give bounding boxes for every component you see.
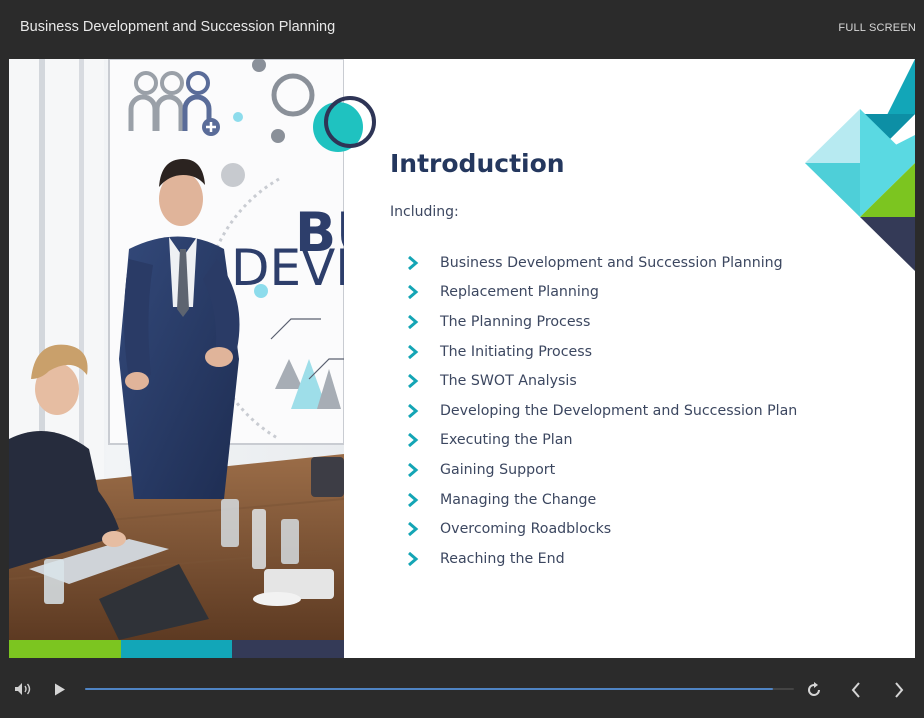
chevron-right-icon [408, 462, 419, 477]
list-item: Replacement Planning [407, 278, 797, 308]
list-item-label: Reaching the End [440, 550, 565, 567]
chevron-right-icon [408, 374, 419, 389]
play-icon[interactable] [54, 683, 66, 696]
replay-icon[interactable] [807, 682, 822, 697]
player-controls [0, 658, 924, 718]
strip-green [9, 640, 121, 658]
chevron-right-icon [408, 551, 419, 566]
slide: BU DEVE [9, 59, 915, 658]
list-item-label: The Initiating Process [440, 343, 593, 360]
list-item-label: Gaining Support [440, 461, 556, 478]
board-text-2: DEVE [231, 239, 344, 297]
list-item: Developing the Development and Successio… [407, 396, 797, 426]
meeting-photo: BU DEVE [9, 59, 344, 640]
course-title: Business Development and Succession Plan… [20, 19, 336, 35]
strip-teal [120, 640, 233, 658]
ring-decoration [313, 96, 376, 152]
list-item: Business Development and Succession Plan… [407, 248, 797, 278]
triangle-decoration [805, 59, 915, 271]
list-item-label: The SWOT Analysis [440, 373, 577, 390]
strip-navy [232, 640, 345, 658]
chevron-right-icon [408, 522, 419, 537]
chevron-right-icon [408, 285, 419, 300]
chevron-right-icon [408, 492, 419, 507]
chevron-right-icon [408, 433, 419, 448]
list-item: The SWOT Analysis [407, 366, 797, 396]
list-item-label: Overcoming Roadblocks [440, 521, 612, 538]
next-icon[interactable] [893, 682, 905, 698]
course-player: Business Development and Succession Plan… [0, 0, 924, 718]
list-item-label: Business Development and Succession Plan… [440, 254, 783, 271]
list-item-label: Executing the Plan [440, 432, 573, 449]
list-item: Gaining Support [407, 455, 797, 485]
list-item-label: Replacement Planning [440, 284, 599, 301]
list-item-label: The Planning Process [440, 313, 591, 330]
top-bar: Business Development and Succession Plan… [0, 0, 924, 58]
list-item: Executing the Plan [407, 426, 797, 456]
progress-fill [85, 688, 773, 690]
list-item: Reaching the End [407, 544, 797, 574]
list-item-label: Developing the Development and Successio… [440, 402, 798, 419]
chevron-right-icon [408, 403, 419, 418]
progress-bar[interactable] [85, 688, 794, 690]
prev-icon[interactable] [850, 682, 862, 698]
slide-heading: Introduction [390, 149, 565, 178]
chevron-right-icon [408, 344, 419, 359]
fullscreen-button[interactable]: FULL SCREEN [838, 22, 916, 34]
list-item: Managing the Change [407, 485, 797, 515]
list-item: The Planning Process [407, 307, 797, 337]
list-item-label: Managing the Change [440, 491, 597, 508]
chevron-right-icon [408, 314, 419, 329]
color-strip [9, 640, 345, 658]
list-item: Overcoming Roadblocks [407, 514, 797, 544]
list-item: The Initiating Process [407, 337, 797, 367]
volume-icon[interactable] [14, 682, 32, 696]
slide-subheading: Including: [390, 204, 459, 220]
chevron-right-icon [408, 255, 419, 270]
topic-list: Business Development and Succession Plan… [407, 248, 797, 574]
